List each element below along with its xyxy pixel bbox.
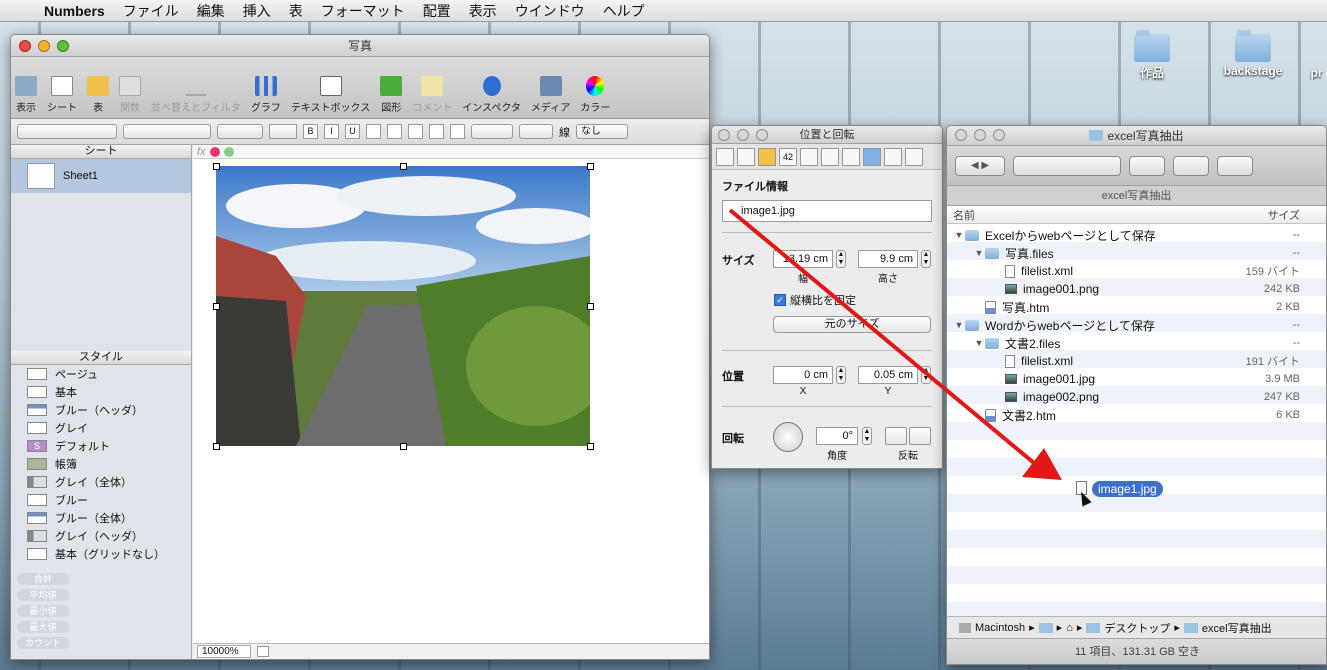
menu-window[interactable]: ウインドウ [515,1,585,21]
menu-file[interactable]: ファイル [123,1,179,21]
menu-arrange[interactable]: 配置 [423,1,451,21]
menu-view[interactable]: 表示 [469,1,497,21]
menu-format[interactable]: フォーマット [321,1,405,21]
drag-arrow [728,208,1062,480]
menu-bar: Numbers ファイル 編集 挿入 表 フォーマット 配置 表示 ウインドウ … [0,0,1327,22]
app-menu[interactable]: Numbers [44,3,105,19]
menu-table[interactable]: 表 [289,1,303,21]
menu-edit[interactable]: 編集 [197,1,225,21]
menu-insert[interactable]: 挿入 [243,1,271,21]
menu-help[interactable]: ヘルプ [603,1,645,21]
dragged-file-label[interactable]: image1.jpg [1092,481,1163,497]
